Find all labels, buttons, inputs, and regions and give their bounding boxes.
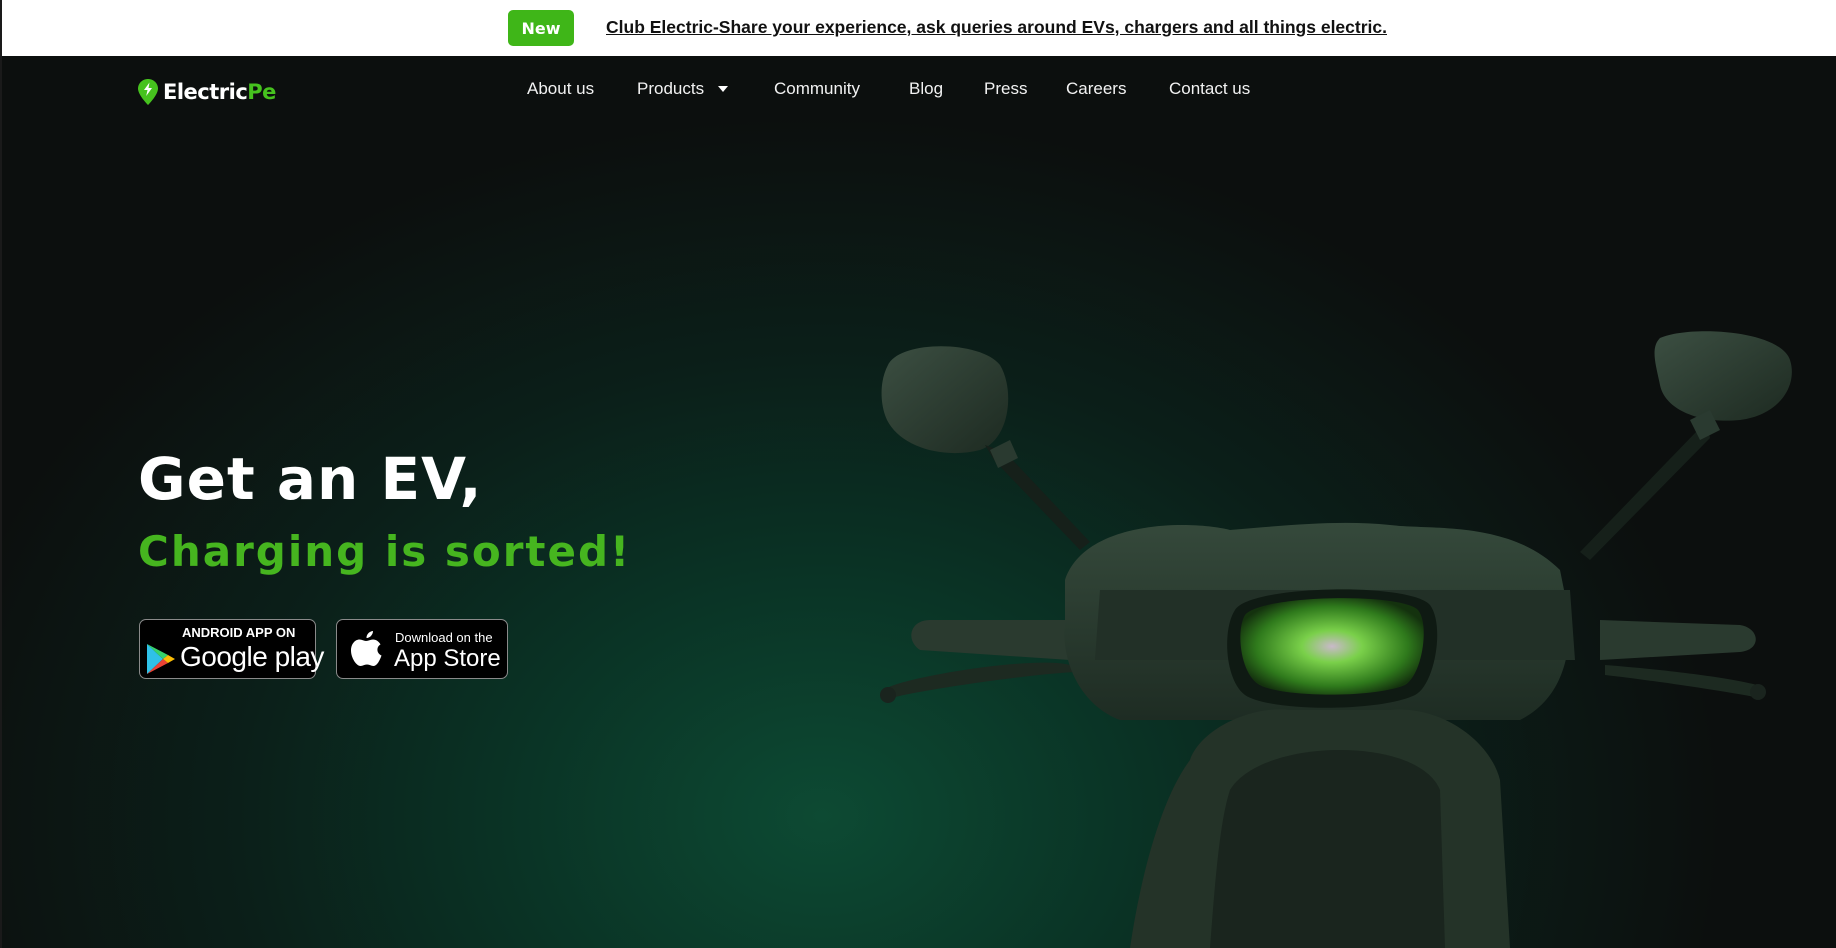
hero-subheadline: Charging is sorted! [138, 527, 632, 576]
brand-name-part1: Electric [163, 80, 248, 104]
nav-blog[interactable]: Blog [909, 79, 943, 99]
bolt-pin-icon [138, 79, 158, 105]
nav-products-label: Products [637, 79, 705, 98]
google-play-icon [147, 644, 175, 674]
nav-about-us[interactable]: About us [527, 79, 594, 99]
app-store-main-text: App Store [394, 645, 501, 672]
club-electric-link[interactable]: Club Electric-Share your experience, ask… [606, 17, 1387, 38]
nav-community[interactable]: Community [774, 79, 860, 99]
announcement-bar: New Club Electric-Share your experience,… [0, 0, 1836, 56]
nav-careers[interactable]: Careers [1066, 79, 1126, 99]
nav-press[interactable]: Press [984, 79, 1027, 99]
google-play-main-text: Google play [180, 641, 324, 672]
google-play-button[interactable]: ANDROID APP ON Google play [139, 619, 324, 679]
hero-headline: Get an EV, [138, 445, 483, 513]
apple-icon [351, 631, 382, 666]
new-badge: New [508, 10, 574, 46]
nav-contact-us[interactable]: Contact us [1169, 79, 1250, 99]
caret-down-icon [718, 85, 729, 92]
brand-logo[interactable]: ElectricPe [138, 78, 276, 106]
google-play-top-text: ANDROID APP ON [182, 625, 296, 640]
brand-name-part2: Pe [247, 80, 276, 104]
scooter-image [880, 331, 1792, 948]
app-store-top-text: Download on the [395, 630, 493, 645]
app-store-button[interactable]: Download on the App Store [336, 619, 508, 679]
nav-products[interactable]: Products [637, 79, 729, 99]
brand-name: ElectricPe [163, 80, 276, 104]
